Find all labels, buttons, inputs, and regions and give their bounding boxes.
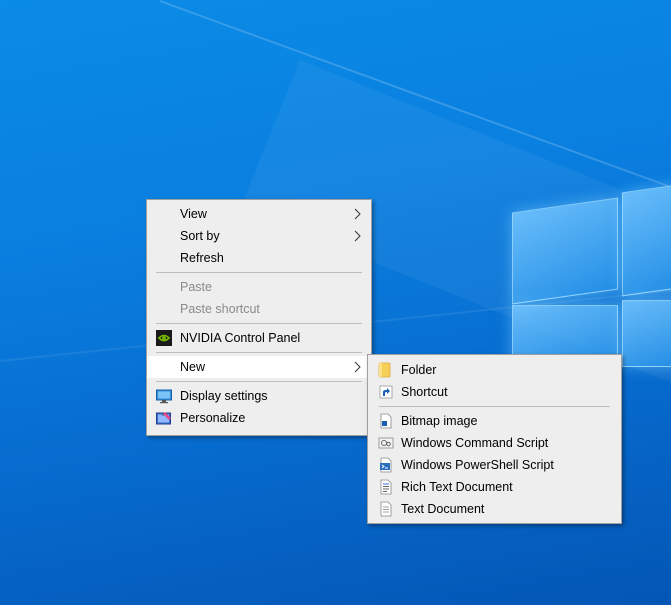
menu-separator	[156, 272, 362, 273]
menu-item-personalize[interactable]: Personalize	[147, 407, 371, 429]
menu-separator	[156, 381, 362, 382]
command-script-icon	[378, 437, 394, 449]
powershell-script-icon	[380, 457, 392, 473]
submenu-item-windows-powershell-script[interactable]: Windows PowerShell Script	[368, 454, 621, 476]
menu-separator	[156, 352, 362, 353]
menu-item-label: Paste shortcut	[180, 302, 260, 316]
menu-item-label: View	[180, 207, 207, 221]
menu-item-label: Personalize	[180, 411, 246, 425]
personalize-icon	[156, 412, 171, 425]
chevron-right-icon	[354, 230, 361, 242]
menu-item-label: Paste	[180, 280, 212, 294]
menu-item-nvidia-control-panel[interactable]: NVIDIA Control Panel	[147, 327, 371, 349]
menu-separator	[156, 323, 362, 324]
submenu-item-folder[interactable]: Folder	[368, 359, 621, 381]
menu-item-label: Windows PowerShell Script	[401, 458, 554, 472]
menu-item-label: Folder	[401, 363, 437, 377]
desktop-background[interactable]: View Sort by Refresh Paste Paste shortcu…	[0, 0, 671, 605]
menu-separator	[379, 406, 610, 407]
menu-item-paste-shortcut: Paste shortcut	[147, 298, 371, 320]
windows-logo-pane	[622, 300, 671, 367]
desktop-context-menu: View Sort by Refresh Paste Paste shortcu…	[146, 199, 372, 436]
menu-item-label: New	[180, 360, 206, 374]
submenu-item-bitmap-image[interactable]: Bitmap image	[368, 410, 621, 432]
chevron-right-icon	[354, 361, 361, 373]
menu-item-label: Shortcut	[401, 385, 448, 399]
submenu-item-shortcut[interactable]: Shortcut	[368, 381, 621, 403]
menu-item-display-settings[interactable]: Display settings	[147, 385, 371, 407]
shortcut-icon	[379, 385, 393, 399]
menu-item-label: Text Document	[401, 502, 485, 516]
bitmap-icon	[380, 413, 392, 429]
windows-logo-pane	[622, 183, 671, 297]
menu-item-label: NVIDIA Control Panel	[180, 331, 301, 345]
menu-item-sort-by[interactable]: Sort by	[147, 225, 371, 247]
submenu-item-text-document[interactable]: Text Document	[368, 498, 621, 520]
menu-item-label: Refresh	[180, 251, 224, 265]
windows-logo-pane	[512, 197, 618, 305]
menu-item-label: Bitmap image	[401, 414, 478, 428]
new-submenu: Folder Shortcut Bitmap image Windows Com…	[367, 354, 622, 524]
text-document-icon	[380, 501, 392, 517]
menu-item-label: Rich Text Document	[401, 480, 513, 494]
submenu-item-windows-command-script[interactable]: Windows Command Script	[368, 432, 621, 454]
submenu-item-rich-text-document[interactable]: Rich Text Document	[368, 476, 621, 498]
menu-item-paste: Paste	[147, 276, 371, 298]
menu-item-label: Display settings	[180, 389, 268, 403]
chevron-right-icon	[354, 208, 361, 220]
display-icon	[156, 389, 172, 404]
rich-text-icon	[380, 479, 392, 495]
nvidia-icon	[156, 330, 172, 346]
menu-item-label: Windows Command Script	[401, 436, 549, 450]
folder-icon	[378, 362, 391, 378]
menu-item-label: Sort by	[180, 229, 220, 243]
menu-item-new[interactable]: New	[147, 356, 371, 378]
menu-item-view[interactable]: View	[147, 203, 371, 225]
menu-item-refresh[interactable]: Refresh	[147, 247, 371, 269]
